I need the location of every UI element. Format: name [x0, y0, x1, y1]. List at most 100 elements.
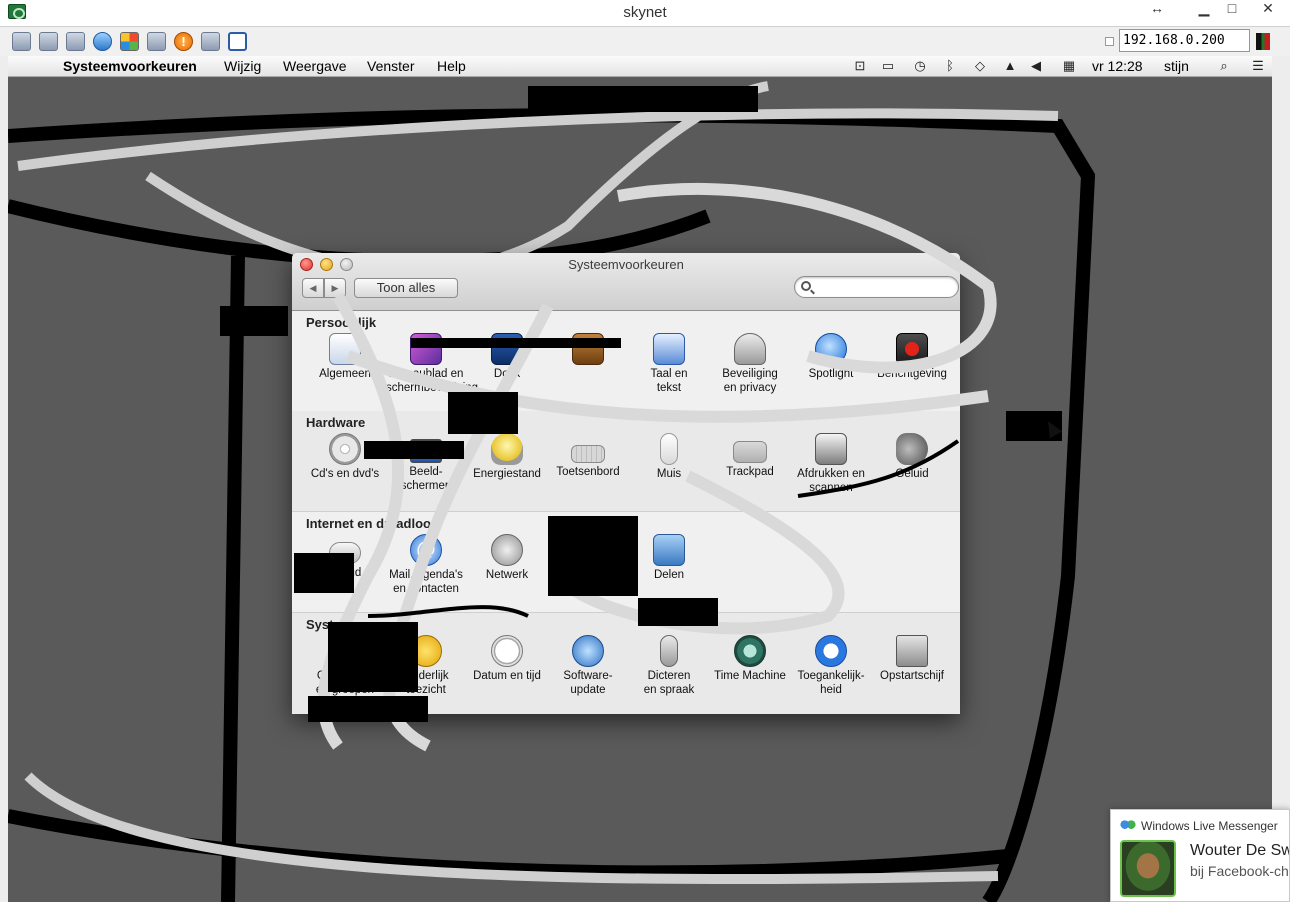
pane-startup-disk[interactable]: Opstartschijf	[872, 635, 952, 683]
toast-contact-name: Wouter De Swe	[1190, 842, 1289, 859]
connection-info-icon[interactable]	[12, 32, 31, 51]
pane-cds-dvds[interactable]: Cd's en dvd's	[305, 433, 385, 481]
displays-icon	[410, 439, 442, 463]
pane-parental[interactable]: Ouderlijk toezicht	[386, 635, 466, 697]
pane-dock[interactable]: Dock	[467, 333, 547, 381]
icloud-icon	[329, 542, 361, 564]
pane-label: Muis	[656, 468, 682, 480]
resize-icon[interactable]: ↔	[1142, 0, 1172, 18]
menubar-user[interactable]: stijn	[1164, 58, 1189, 74]
pane-label: Delen	[653, 569, 685, 581]
pane-accessibility[interactable]: Toegankelijk- heid	[791, 635, 871, 697]
accessibility-icon	[815, 635, 847, 667]
windows-key-icon[interactable]	[120, 32, 139, 51]
remote-desktop[interactable]: Systeemvoorkeuren Wijzig Weergave Venste…	[8, 56, 1272, 902]
system-preferences-window: Systeemvoorkeuren ◀ ▶ Toon alles Persoon…	[292, 253, 960, 714]
avatar	[1120, 840, 1176, 897]
wifi-icon[interactable]: ◇	[972, 58, 988, 74]
pane-software-update[interactable]: Software- update	[548, 635, 628, 697]
pane-notifications[interactable]: Berichtgeving	[872, 333, 952, 381]
dock-icon	[491, 333, 523, 365]
pane-bluetooth[interactable]: ᛒ Bluetooth	[548, 534, 628, 582]
pane-dictation[interactable]: Dicteren en spraak	[629, 635, 709, 697]
bluetooth-icon: ᛒ	[576, 534, 600, 566]
address-field[interactable]: 192.168.0.200	[1119, 29, 1250, 52]
maximize-button[interactable]: □	[1217, 0, 1247, 18]
pane-mouse[interactable]: Muis	[629, 433, 709, 481]
tools-icon[interactable]	[66, 32, 85, 51]
search-input[interactable]	[794, 276, 959, 298]
pane-label: Software- update	[563, 670, 613, 696]
pane-label: Berichtgeving	[877, 368, 947, 380]
section-hardware: Hardware Cd's en dvd's Beeld- schermen E…	[292, 411, 960, 512]
pane-users[interactable]: Gebruikers en groepen	[305, 635, 385, 697]
pane-icloud[interactable]: iCloud	[305, 534, 385, 580]
messenger-notification[interactable]: Windows Live Messenger Wouter De Swe bij…	[1110, 809, 1290, 902]
refresh-icon[interactable]	[93, 32, 112, 51]
search-icon	[801, 281, 811, 291]
forward-button[interactable]: ▶	[324, 278, 346, 298]
menu-app-name[interactable]: Systeemvoorkeuren	[63, 58, 197, 74]
volume-icon[interactable]: ◀	[1028, 58, 1044, 74]
pane-energy[interactable]: Energiestand	[467, 433, 547, 481]
pane-label: Ouderlijk toezicht	[403, 670, 449, 696]
back-button[interactable]: ◀	[302, 278, 324, 298]
menu-help[interactable]: Help	[437, 58, 466, 74]
eject-icon[interactable]: ▲	[1002, 58, 1018, 74]
show-all-button[interactable]: Toon alles	[354, 278, 458, 298]
keyboard-viewer-icon[interactable]: ▦	[1061, 58, 1077, 74]
pane-sharing[interactable]: Delen	[629, 534, 709, 582]
address-checkbox[interactable]	[1105, 37, 1114, 46]
startup-disk-icon	[896, 635, 928, 667]
pane-print-scan[interactable]: Afdrukken en scannen	[791, 433, 871, 495]
notification-center-icon[interactable]: ☰	[1250, 58, 1266, 74]
pane-label: Energiestand	[473, 468, 541, 480]
airplay-icon[interactable]: ▭	[880, 58, 896, 74]
menubar-clock[interactable]: vr 12:28	[1092, 58, 1143, 74]
messenger-icon	[1120, 819, 1136, 833]
pane-sound[interactable]: Geluid	[872, 433, 952, 481]
date-time-icon	[491, 635, 523, 667]
pane-general[interactable]: Algemeen	[305, 333, 385, 381]
prefs-title: Systeemvoorkeuren	[568, 257, 684, 272]
pane-network[interactable]: Netwerk	[467, 534, 547, 582]
screen-sharing-icon[interactable]: ⊡	[852, 58, 868, 74]
pane-date-time[interactable]: Datum en tijd	[467, 635, 547, 683]
pane-label: Bluetooth	[563, 569, 613, 581]
pane-label: Toetsenbord	[556, 466, 620, 478]
pane-keyboard[interactable]: Toetsenbord	[548, 433, 628, 479]
time-machine-status-icon[interactable]: ◷	[912, 58, 928, 74]
spotlight-menu-icon[interactable]: ⌕	[1216, 58, 1232, 74]
section-title: Systeem	[306, 617, 360, 632]
pane-trackpad[interactable]: Trackpad	[710, 433, 790, 479]
window-title: skynet	[623, 4, 667, 21]
disconnect-icon[interactable]	[201, 32, 220, 51]
pane-mail[interactable]: @ Mail, agenda's en contacten	[386, 534, 466, 596]
scrollbar-strip	[1272, 56, 1290, 902]
pane-language[interactable]: Taal en tekst	[629, 333, 709, 395]
menu-weergave[interactable]: Weergave	[283, 58, 347, 74]
close-button[interactable]: ✕	[1253, 0, 1283, 18]
pane-security[interactable]: Beveiliging en privacy	[710, 333, 790, 395]
pane-label: Trackpad	[726, 466, 774, 478]
section-internet: Internet en draadloos iCloud @ Mail, agen…	[292, 512, 960, 613]
pane-label: Algemeen	[319, 368, 371, 380]
pane-mission-control[interactable]	[548, 333, 628, 367]
alert-icon[interactable]: !	[174, 32, 193, 51]
options-icon[interactable]	[39, 32, 58, 51]
pane-desktop[interactable]: Bureaublad en schermbeveiliging	[386, 333, 478, 395]
fullscreen-icon[interactable]	[228, 32, 247, 51]
pane-spotlight[interactable]: Spotlight	[791, 333, 871, 381]
menu-venster[interactable]: Venster	[367, 58, 414, 74]
menu-wijzig[interactable]: Wijzig	[224, 58, 261, 74]
pane-time-machine[interactable]: Time Machine	[710, 635, 790, 683]
mac-menubar: Systeemvoorkeuren Wijzig Weergave Venste…	[8, 56, 1272, 77]
pane-label: Opstartschijf	[880, 670, 944, 682]
pane-label: Netwerk	[485, 569, 529, 581]
minimize-button[interactable]: ▁	[1189, 0, 1219, 18]
pane-displays[interactable]: Beeld- schermen	[386, 433, 466, 493]
keyboard-icon[interactable]	[147, 32, 166, 51]
bluetooth-status-icon[interactable]: ᛒ	[942, 58, 958, 74]
keyboard-icon	[571, 445, 605, 463]
mission-control-icon	[572, 333, 604, 365]
